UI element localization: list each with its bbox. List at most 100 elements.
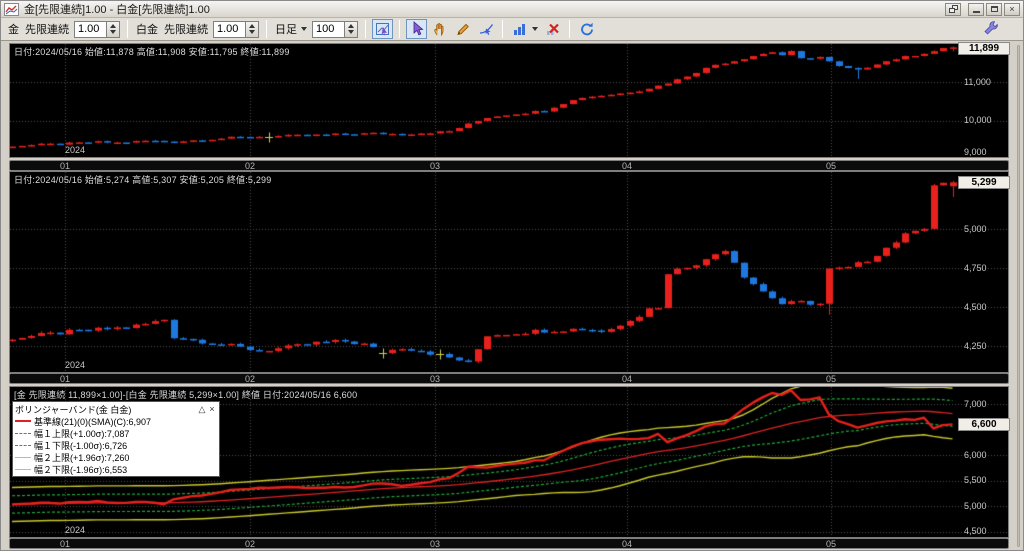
band2-upper-swatch — [15, 456, 31, 458]
y-axis-label: 6,000 — [964, 450, 987, 460]
x-axis-label: 02 — [244, 539, 255, 549]
legend-collapse-button[interactable]: △ — [197, 404, 207, 415]
platinum-ratio-value[interactable]: 1.00 — [213, 20, 245, 38]
toolbar-separator — [399, 20, 400, 38]
y-axis-label: 9,000 — [964, 147, 987, 157]
toolbar: 金 先限連続 1.00 白金 先限連続 1.00 日足 100 — [1, 18, 1023, 41]
gold-ratio-spinner[interactable]: 1.00 — [74, 20, 120, 38]
minimize-button[interactable] — [968, 2, 984, 16]
platinum-last-price-badge: 5,299 — [958, 176, 1010, 189]
gold-ratio-spinner-buttons[interactable] — [106, 20, 120, 38]
gold-label: 金 — [8, 24, 19, 36]
chart-type-dropdown-arrow-icon[interactable] — [532, 27, 538, 31]
x-axis-label: 05 — [825, 374, 836, 384]
year-label: 2024 — [65, 360, 86, 370]
select-cursor-button[interactable] — [406, 19, 427, 39]
x-axis-label: 05 — [825, 161, 836, 171]
x-axis-label: 05 — [825, 539, 836, 549]
spread-chart-panel: [金 先限連続 11,899×1.00]-[白金 先限連続 5,299×1.00… — [9, 386, 1010, 538]
y-axis-label: 4,250 — [964, 341, 987, 351]
bar-count-spinner-buttons[interactable] — [344, 20, 358, 38]
legend-item: 基準線(21)(0)(SMA)(C):6,907 — [15, 415, 217, 427]
toolbar-separator — [365, 20, 366, 38]
chart-area: 日付:2024/05/16 始値:11,878 高値:11,908 安値:11,… — [1, 41, 1023, 550]
toolbar-separator — [266, 20, 267, 38]
bar-chart-type-button[interactable] — [509, 19, 530, 39]
x-axis-label: 03 — [429, 374, 440, 384]
toolbar-separator — [127, 20, 128, 38]
platinum-chart-panel: 日付:2024/05/16 始値:5,274 高値:5,307 安値:5,205… — [9, 171, 1010, 373]
trendline-cursor-button[interactable] — [475, 19, 496, 39]
x-axis-label: 04 — [621, 539, 632, 549]
centerline-swatch — [15, 420, 31, 422]
x-axis-label: 01 — [59, 539, 70, 549]
toolbar-separator — [502, 20, 503, 38]
pan-hand-icon — [433, 23, 443, 37]
x-axis-label: 02 — [244, 374, 255, 384]
trendline-cursor-icon — [479, 24, 493, 35]
x-axis-label: 04 — [621, 374, 632, 384]
legend-item: 幅２上限(+1.96σ):7,260 — [15, 451, 217, 463]
gold-chart-panel: 日付:2024/05/16 始値:11,878 高値:11,908 安値:11,… — [9, 42, 1010, 158]
y-axis-label: 4,500 — [964, 526, 987, 536]
stack-windows-button[interactable] — [945, 2, 961, 16]
delete-drawings-button[interactable] — [542, 19, 563, 39]
y-axis-label: 11,000 — [964, 77, 991, 87]
legend-item: 幅１上限(+1.00σ):7,087 — [15, 427, 217, 439]
platinum-candlestick-canvas[interactable] — [10, 172, 1008, 372]
year-label: 2024 — [65, 525, 86, 535]
bar-chart-icon — [513, 24, 525, 35]
spread-last-value-badge: 6,600 — [958, 418, 1010, 431]
x-axis-label: 03 — [429, 161, 440, 171]
select-cursor-icon — [413, 21, 424, 36]
legend-item: 幅１下限(-1.00σ):6,726 — [15, 439, 217, 451]
delete-drawings-icon — [546, 23, 559, 35]
maximize-button[interactable] — [986, 2, 1002, 16]
right-scroll-strip[interactable] — [1013, 41, 1023, 550]
platinum-ratio-spinner-buttons[interactable] — [245, 20, 259, 38]
app-window: 金[先限連続]1.00 - 白金[先限連続]1.00 × 金 先限連続 1.00… — [0, 0, 1024, 551]
gold-ratio-value[interactable]: 1.00 — [74, 20, 106, 38]
platinum-x-axis: 01 02 03 04 05 — [9, 373, 1009, 384]
year-label: 2024 — [65, 145, 86, 155]
platinum-series-label: 先限連続 — [164, 24, 208, 36]
pan-hand-button[interactable] — [429, 19, 450, 39]
platinum-label: 白金 — [136, 24, 158, 36]
x-axis-label: 01 — [59, 374, 70, 384]
spread-header-readout: [金 先限連続 11,899×1.00]-[白金 先限連続 5,299×1.00… — [14, 390, 358, 400]
gold-last-price-badge: 11,899 — [958, 42, 1010, 55]
period-dropdown-arrow-icon[interactable] — [301, 27, 307, 31]
y-axis-label: 5,000 — [964, 501, 987, 511]
y-axis-label: 5,500 — [964, 475, 987, 485]
x-axis-label: 04 — [621, 161, 632, 171]
y-axis-label: 10,000 — [964, 115, 992, 125]
close-button[interactable]: × — [1004, 2, 1020, 16]
settings-wrench-icon[interactable] — [983, 20, 1001, 38]
refresh-icon — [580, 22, 593, 36]
bar-count-spinner[interactable]: 100 — [312, 20, 358, 38]
x-axis-label: 02 — [244, 161, 255, 171]
gold-series-label: 先限連続 — [25, 24, 69, 36]
y-axis-label: 7,000 — [964, 399, 987, 409]
x-axis-label: 01 — [59, 161, 70, 171]
x-axis-label: 03 — [429, 539, 440, 549]
window-title: 金[先限連続]1.00 - 白金[先限連続]1.00 — [24, 4, 210, 16]
platinum-ratio-spinner[interactable]: 1.00 — [213, 20, 259, 38]
app-chart-icon — [4, 2, 20, 16]
legend-close-button[interactable]: × — [207, 404, 217, 414]
bar-count-value[interactable]: 100 — [312, 20, 344, 38]
gold-ohlc-readout: 日付:2024/05/16 始値:11,878 高値:11,908 安値:11,… — [14, 47, 290, 57]
band1-lower-swatch — [15, 444, 31, 446]
crosshair-chart-button[interactable] — [372, 19, 393, 39]
y-axis-label: 4,500 — [964, 302, 987, 312]
y-axis-label: 4,750 — [964, 263, 987, 273]
legend-item: 幅２下限(-1.96σ):6,553 — [15, 463, 217, 475]
period-select[interactable]: 日足 — [275, 21, 297, 37]
spread-x-axis: 01 02 03 04 05 — [9, 538, 1009, 549]
refresh-button[interactable] — [576, 19, 597, 39]
titlebar[interactable]: 金[先限連続]1.00 - 白金[先限連続]1.00 × — [1, 1, 1023, 18]
draw-pencil-icon — [456, 23, 469, 36]
draw-pencil-button[interactable] — [452, 19, 473, 39]
scroll-groove — [1017, 45, 1020, 547]
gold-candlestick-canvas[interactable] — [10, 44, 1008, 157]
